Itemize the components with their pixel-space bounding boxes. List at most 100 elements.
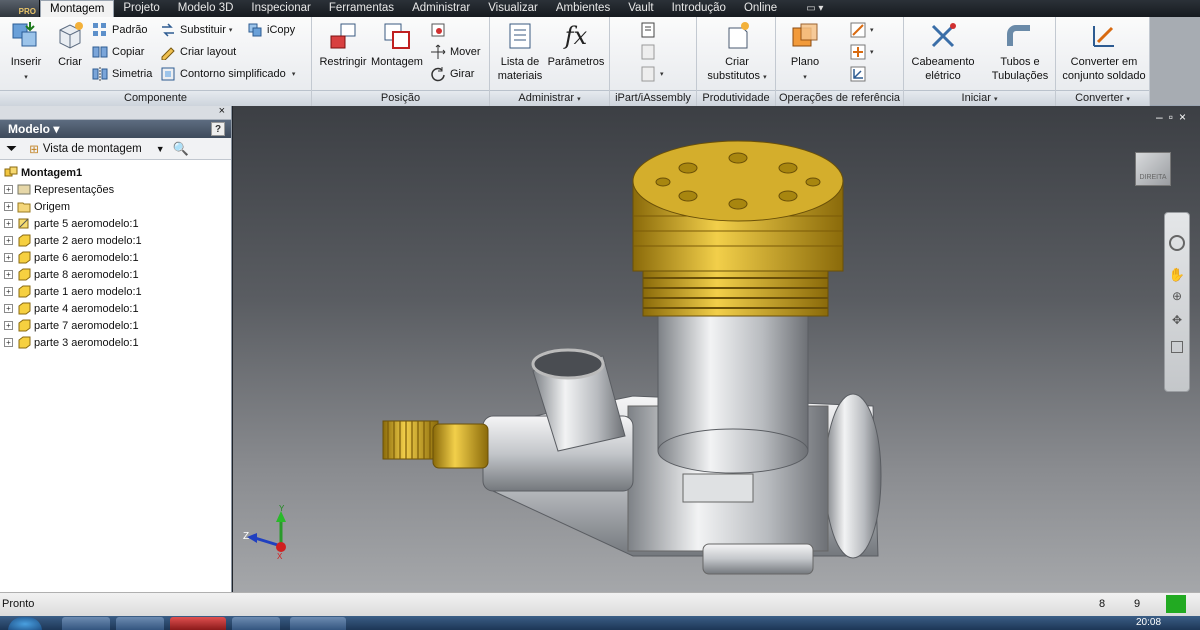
tab-online[interactable]: Online: [735, 0, 786, 17]
ipart-edit-button[interactable]: ▾: [640, 64, 664, 84]
simetria-button[interactable]: Simetria: [92, 64, 152, 84]
tab-vault[interactable]: Vault: [619, 0, 662, 17]
tab-introducao[interactable]: Introdução: [663, 0, 735, 17]
expand-icon[interactable]: +: [4, 270, 13, 279]
taskbar-item[interactable]: [232, 617, 280, 630]
status-indicator: [1166, 595, 1186, 613]
tree-root[interactable]: Montagem1: [4, 164, 227, 181]
girar-button[interactable]: Girar: [430, 64, 474, 84]
inserir-button[interactable]: Inserir ▾: [6, 20, 46, 85]
restringir-button[interactable]: Restringir: [316, 20, 370, 69]
ipart-table-button[interactable]: [640, 20, 660, 40]
tree-item[interactable]: + parte 6 aeromodelo:1: [4, 249, 227, 266]
filter-icon[interactable]: ⏷: [6, 140, 17, 157]
point-button[interactable]: ▾: [850, 42, 874, 62]
criar-button[interactable]: Criar: [52, 20, 88, 69]
tree-item[interactable]: + parte 5 aeromodelo:1: [4, 215, 227, 232]
contorno-button[interactable]: Contorno simplificado ▾: [160, 64, 295, 84]
ucs-button[interactable]: [850, 64, 870, 84]
tree-root-label: Montagem1: [21, 166, 83, 179]
mover-button[interactable]: Mover: [430, 42, 481, 62]
fx-icon: fx: [564, 22, 588, 50]
tree-item[interactable]: + parte 1 aero modelo:1: [4, 283, 227, 300]
browser-tree: Montagem1 + Representações + Origem + parte…: [0, 160, 231, 355]
view-icon: ⊞: [29, 143, 39, 156]
expand-icon[interactable]: +: [4, 304, 13, 313]
tree-item[interactable]: + parte 8 aeromodelo:1: [4, 266, 227, 283]
taskbar-item[interactable]: [116, 617, 164, 630]
panel-title-converter[interactable]: Converter ▾: [1056, 90, 1149, 106]
taskbar-item[interactable]: [62, 617, 110, 630]
tree-item[interactable]: + parte 4 aeromodelo:1: [4, 300, 227, 317]
icopy-button[interactable]: iCopy: [247, 20, 295, 40]
criar-layout-button[interactable]: Criar layout: [160, 42, 236, 62]
tree-item[interactable]: + parte 2 aero modelo:1: [4, 232, 227, 249]
taskbar-item[interactable]: [290, 617, 346, 630]
padrao-button[interactable]: Padrão: [92, 20, 147, 40]
pan-icon[interactable]: ✋: [1165, 267, 1189, 283]
parametros-label: Parâmetros: [547, 56, 605, 68]
tab-montagem[interactable]: Montagem: [40, 0, 115, 17]
menu-bar: PRO Montagem Projeto Modelo 3D Inspecion…: [0, 0, 1200, 17]
tree-item[interactable]: + Origem: [4, 198, 227, 215]
expand-icon[interactable]: +: [4, 287, 13, 296]
axis-button[interactable]: ▾: [850, 20, 874, 40]
look-at-icon[interactable]: [1171, 341, 1183, 353]
lista-materiais-button[interactable]: Lista de materiais: [494, 20, 546, 83]
find-icon[interactable]: 🔍: [173, 141, 189, 157]
expand-icon[interactable]: +: [4, 185, 13, 194]
grip-snap-button[interactable]: [430, 20, 450, 40]
panel-referencia: Plano ▾ ▾ ▾ Operações de referência: [776, 17, 904, 106]
converter-button[interactable]: Converter em conjunto soldado: [1058, 20, 1150, 83]
tab-modelo-3d[interactable]: Modelo 3D: [169, 0, 243, 17]
parametros-button[interactable]: fx Parâmetros: [546, 20, 606, 69]
panel-title-administrar[interactable]: Administrar ▾: [490, 90, 609, 106]
ipart-create-button[interactable]: [640, 42, 660, 62]
expand-icon[interactable]: +: [4, 202, 13, 211]
view-selector[interactable]: Vista de montagem: [43, 143, 142, 155]
criar-substitutos-button[interactable]: Criar substitutos ▾: [701, 20, 773, 85]
tree-item[interactable]: + parte 3 aeromodelo:1: [4, 334, 227, 351]
zoom-icon[interactable]: ⊕: [1165, 289, 1189, 303]
tab-projeto[interactable]: Projeto: [114, 0, 168, 17]
tree-item[interactable]: + parte 7 aeromodelo:1: [4, 317, 227, 334]
view-dropdown-icon[interactable]: ▼: [156, 144, 165, 154]
tree-item-label: parte 7 aeromodelo:1: [34, 319, 139, 332]
cabeamento-button[interactable]: Cabeamento elétrico: [908, 20, 978, 83]
taskbar-item[interactable]: [170, 617, 226, 630]
expand-icon[interactable]: +: [4, 236, 13, 245]
substituir-button[interactable]: Substituir ▾: [160, 20, 232, 40]
part-icon: [18, 234, 31, 247]
expand-icon[interactable]: +: [4, 338, 13, 347]
tree-item-label: parte 1 aero modelo:1: [34, 285, 142, 298]
graphics-viewport[interactable]: –▫× Y Z X DIREITA ✋ ⊕ ✥: [233, 106, 1200, 592]
steering-wheel-icon[interactable]: [1169, 235, 1185, 251]
viewcube[interactable]: DIREITA: [1135, 152, 1171, 186]
start-button[interactable]: [8, 617, 42, 630]
tab-ferramentas[interactable]: Ferramentas: [320, 0, 403, 17]
tab-inspecionar[interactable]: Inspecionar: [242, 0, 319, 17]
browser-grip[interactable]: ×: [0, 105, 231, 120]
panel-title-iniciar[interactable]: Iniciar ▾: [904, 90, 1055, 106]
orbit-icon[interactable]: ✥: [1165, 313, 1189, 327]
expand-icon[interactable]: +: [4, 219, 13, 228]
expand-icon[interactable]: +: [4, 321, 13, 330]
tab-ambientes[interactable]: Ambientes: [547, 0, 619, 17]
tubos-button[interactable]: Tubos e Tubulações: [986, 20, 1054, 83]
browser-close-icon[interactable]: ×: [219, 105, 225, 117]
browser-title-bar[interactable]: Modelo ▾?: [0, 120, 231, 138]
axis-label-y: Y: [279, 504, 285, 513]
tree-item[interactable]: + Representações: [4, 181, 227, 198]
montagem-button[interactable]: Montagem: [370, 20, 424, 69]
expand-icon[interactable]: +: [4, 253, 13, 262]
grip-snap-icon: [431, 23, 445, 37]
application-menu-button[interactable]: PRO: [0, 0, 40, 17]
help-icon[interactable]: ?: [211, 122, 225, 136]
ribbon-options-icon[interactable]: ▭ ▾: [806, 3, 823, 14]
plano-button[interactable]: Plano ▾: [782, 20, 828, 85]
part-special-icon: [18, 218, 29, 229]
tab-visualizar[interactable]: Visualizar: [479, 0, 547, 17]
copiar-button[interactable]: Copiar: [92, 42, 144, 62]
constrain-icon: [330, 23, 356, 49]
tab-administrar[interactable]: Administrar: [403, 0, 479, 17]
